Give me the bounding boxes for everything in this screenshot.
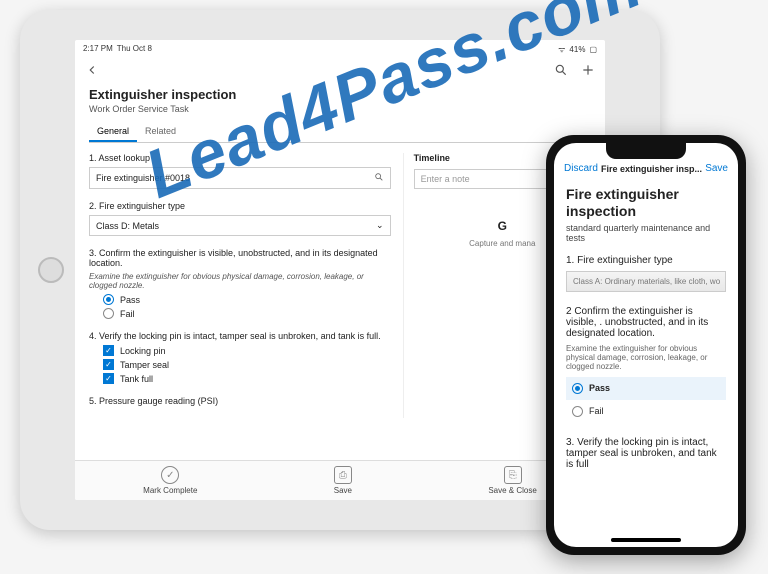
status-time: 2:17 PM <box>83 44 113 53</box>
phone-radio-fail[interactable]: Fail <box>566 400 726 423</box>
phone-radio-fail-label: Fail <box>589 406 604 416</box>
page-title: Extinguisher inspection <box>89 87 591 102</box>
search-icon[interactable] <box>374 172 384 184</box>
radio-fail-label: Fail <box>120 309 135 319</box>
extinguisher-type-select[interactable]: Class D: Metals ⌄ <box>89 215 391 236</box>
search-icon[interactable] <box>554 63 568 77</box>
mark-complete-label: Mark Complete <box>143 486 197 495</box>
q2-label: 2. Fire extinguisher type <box>89 201 391 211</box>
phone-page-title: Fire extinguisher insp... <box>601 164 702 174</box>
save-button[interactable]: ⎙ Save <box>334 466 352 495</box>
q1-label: 1. Asset lookup <box>89 153 391 163</box>
phone-screen: Discard Fire extinguisher insp... Save F… <box>554 143 738 547</box>
form-column: 1. Asset lookup Fire extinguisher #0018 … <box>89 153 391 418</box>
tab-general[interactable]: General <box>89 122 137 142</box>
q3-note: Examine the extinguisher for obvious phy… <box>89 272 391 290</box>
tablet-home-button[interactable] <box>38 257 64 283</box>
discard-button[interactable]: Discard <box>564 163 598 174</box>
check-tank-full-label: Tank full <box>120 374 153 384</box>
q4-label: 4. Verify the locking pin is intact, tam… <box>89 331 391 341</box>
asset-lookup-value: Fire extinguisher #0018 <box>96 173 190 183</box>
phone-notch <box>606 143 686 159</box>
extinguisher-type-value: Class D: Metals <box>96 221 159 231</box>
check-locking-pin[interactable]: ✓Locking pin <box>103 345 391 356</box>
phone-q1-label: 1. Fire extinguisher type <box>566 255 726 266</box>
chevron-down-icon: ⌄ <box>376 220 384 231</box>
save-close-label: Save & Close <box>488 486 536 495</box>
radio-pass[interactable]: Pass <box>103 294 391 305</box>
phone-q2-note: Examine the extinguisher for obvious phy… <box>566 344 726 371</box>
home-indicator[interactable] <box>611 538 681 542</box>
tabs: General Related <box>89 122 591 143</box>
radio-pass-label: Pass <box>120 295 140 305</box>
q5-label: 5. Pressure gauge reading (PSI) <box>89 396 391 406</box>
back-icon[interactable] <box>85 63 99 79</box>
bottom-bar: ✓ Mark Complete ⎙ Save ⎘ Save & Close <box>75 460 605 500</box>
phone-description: standard quarterly maintenance and tests <box>566 223 726 243</box>
wifi-icon: ᯤ <box>558 45 565 54</box>
timeline-placeholder: Enter a note <box>421 174 470 184</box>
save-label: Save <box>334 486 352 495</box>
page-subtitle: Work Order Service Task <box>89 104 591 114</box>
phone-radio-pass-label: Pass <box>589 383 610 393</box>
top-bar <box>75 59 605 83</box>
status-date: Thu Oct 8 <box>117 44 152 53</box>
add-icon[interactable] <box>581 63 595 77</box>
check-tank-full[interactable]: ✓Tank full <box>103 373 391 384</box>
check-tamper-seal[interactable]: ✓Tamper seal <box>103 359 391 370</box>
status-bar: 2:17 PM Thu Oct 8 ᯤ 41% ▢ <box>75 40 605 59</box>
mark-complete-button[interactable]: ✓ Mark Complete <box>143 466 197 495</box>
phone-radio-pass[interactable]: Pass <box>566 377 726 400</box>
check-icon: ✓ <box>161 466 179 484</box>
save-close-button[interactable]: ⎘ Save & Close <box>488 466 536 495</box>
phone-type-select[interactable]: Class A: Ordinary materials, like cloth,… <box>566 271 726 292</box>
tablet-screen: 2:17 PM Thu Oct 8 ᯤ 41% ▢ Extinguisher insp… <box>75 40 605 500</box>
phone-device: Discard Fire extinguisher insp... Save F… <box>546 135 746 555</box>
phone-heading: Fire extinguisher inspection <box>566 186 726 220</box>
phone-q2-label: 2 Confirm the extinguisher is visible, .… <box>566 306 726 339</box>
phone-q3-label: 3. Verify the locking pin is intact, tam… <box>566 437 726 470</box>
battery-label: 41% <box>569 45 585 54</box>
radio-fail[interactable]: Fail <box>103 308 391 319</box>
tab-related[interactable]: Related <box>137 122 184 142</box>
save-icon: ⎙ <box>334 466 352 484</box>
save-button[interactable]: Save <box>705 163 728 174</box>
save-close-icon: ⎘ <box>504 466 522 484</box>
check-locking-pin-label: Locking pin <box>120 346 166 356</box>
asset-lookup-input[interactable]: Fire extinguisher #0018 <box>89 167 391 189</box>
q3-label: 3. Confirm the extinguisher is visible, … <box>89 248 391 268</box>
battery-icon: ▢ <box>589 45 597 54</box>
check-tamper-seal-label: Tamper seal <box>120 360 169 370</box>
